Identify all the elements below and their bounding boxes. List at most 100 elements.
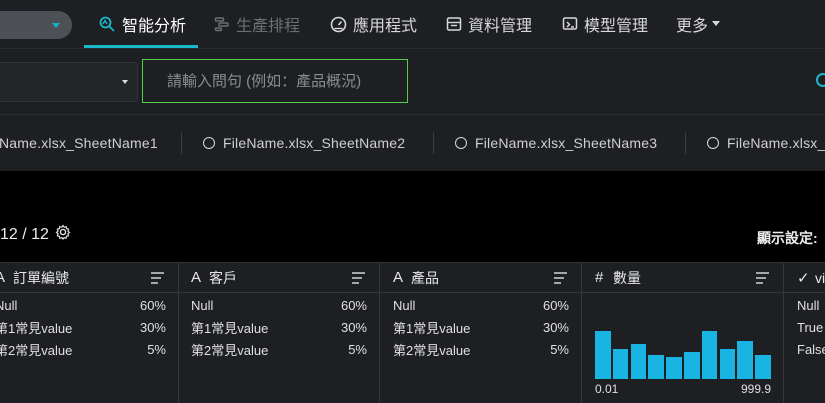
workspace-dropdown[interactable]	[0, 11, 72, 39]
value-stat-row: False	[797, 338, 825, 360]
radio-unchecked-icon[interactable]	[455, 137, 467, 149]
nav-model-management[interactable]: 模型管理	[562, 0, 648, 48]
value-percent: 5%	[348, 341, 367, 357]
search-icon[interactable]	[815, 72, 825, 95]
sheet-label: FileName.xlsx_	[727, 135, 825, 151]
filter-icon[interactable]	[352, 271, 365, 287]
value-stat-row: 第1常見value 30%	[393, 316, 569, 338]
text-type-icon: A	[191, 269, 202, 286]
column-header[interactable]: A 訂單編號	[0, 263, 178, 293]
value-label: 第1常見value	[393, 320, 471, 336]
value-percent: 5%	[550, 341, 569, 357]
sheet-option[interactable]: FileName.xlsx_SheetName3	[455, 115, 657, 171]
column-title: 數量	[613, 269, 641, 286]
sheet-option[interactable]: FileName.xlsx_	[707, 115, 825, 171]
histogram-bar[interactable]	[684, 352, 700, 379]
column-header[interactable]: # 數量	[582, 263, 783, 293]
chevron-down-icon	[52, 23, 60, 28]
nav-label: 智能分析	[122, 18, 187, 35]
model-icon	[562, 16, 578, 32]
value-stat-row: Null 60%	[393, 294, 569, 316]
data-table-icon	[446, 16, 462, 32]
radio-unchecked-icon[interactable]	[203, 137, 215, 149]
filter-icon[interactable]	[756, 271, 769, 287]
column-title: 訂單編號	[13, 269, 69, 286]
sheet-label: Name.xlsx_SheetName1	[0, 135, 158, 151]
value-label: Null	[191, 297, 214, 313]
column-header[interactable]: A 客戶	[178, 263, 379, 293]
column-header[interactable]: ✓ vi	[784, 263, 825, 293]
column-card[interactable]: # 數量 0.01 999.9	[582, 263, 784, 403]
gear-icon[interactable]	[55, 224, 71, 245]
histogram-bar[interactable]	[701, 331, 718, 379]
sheet-label: FileName.xlsx_SheetName3	[475, 135, 658, 151]
column-card[interactable]: A 客戶 Null 60% 第1常見value 30% 第2常見value 5%	[178, 263, 380, 403]
nav-more[interactable]: 更多	[676, 0, 721, 48]
caret-down-icon	[712, 21, 721, 27]
histogram-bar[interactable]	[737, 341, 753, 379]
filter-icon[interactable]	[554, 271, 567, 287]
column-count: 12 / 12	[0, 224, 71, 245]
value-label: 第1常見value	[191, 320, 269, 336]
schedule-icon	[214, 16, 230, 32]
value-label: Null	[393, 297, 416, 313]
column-card[interactable]: A 訂單編號 Null 60% 第1常見value 30% 第2常見value 5%	[0, 263, 179, 403]
value-percent: 5%	[147, 341, 166, 357]
nav-data-management[interactable]: 資料管理	[446, 0, 532, 48]
column-card[interactable]: A 產品 Null 60% 第1常見value 30% 第2常見value 5%	[380, 263, 582, 403]
value-stat-row: Null	[797, 294, 825, 316]
dashboard-gauge-icon	[330, 16, 347, 33]
value-percent: 60%	[542, 297, 569, 313]
value-percent: 30%	[340, 319, 367, 335]
value-stat-row: True	[797, 316, 825, 338]
nav-label: 生產排程	[236, 18, 301, 35]
value-percent: 30%	[542, 319, 569, 335]
nav-label: 更多	[676, 18, 709, 35]
boolean-type-icon: ✓	[797, 269, 810, 287]
column-card[interactable]: ✓ vi Null True False	[784, 263, 825, 403]
value-label: True	[797, 319, 824, 335]
radio-unchecked-icon[interactable]	[707, 137, 719, 149]
ai-analysis-icon	[98, 15, 116, 33]
histogram-bar[interactable]	[719, 349, 736, 379]
text-type-icon: A	[393, 269, 404, 286]
display-settings-label[interactable]: 顯示設定:	[757, 228, 818, 248]
sheet-option[interactable]: FileName.xlsx_SheetName2	[203, 115, 405, 171]
chevron-down-icon	[122, 80, 128, 84]
question-input[interactable]	[142, 59, 408, 103]
value-percent: 60%	[340, 297, 367, 313]
histogram-bar[interactable]	[595, 331, 611, 379]
column-profile-grid: A 訂單編號 Null60% 第1常見value30% 第2常見value5% …	[0, 262, 825, 403]
value-stat-row: 第1常見value 30%	[0, 316, 166, 338]
value-stat-row: 第2常見value 5%	[191, 338, 367, 360]
nav-applications[interactable]: 應用程式	[330, 0, 417, 48]
histogram-bar[interactable]	[666, 357, 682, 379]
value-percent: 30%	[139, 319, 166, 335]
value-label: 第2常見value	[0, 342, 73, 358]
value-label: 第2常見value	[191, 342, 269, 358]
column-header[interactable]: A 產品	[380, 263, 581, 293]
histogram-bar[interactable]	[630, 344, 647, 379]
dataset-select[interactable]	[0, 62, 138, 102]
numeric-type-icon: #	[595, 269, 604, 286]
divider	[433, 132, 434, 154]
divider	[181, 132, 182, 154]
value-label: 第2常見value	[393, 342, 471, 358]
nav-ai-analysis[interactable]: 智能分析	[83, 0, 199, 48]
histogram-min: 0.01	[595, 382, 619, 396]
histogram-bar[interactable]	[648, 355, 664, 379]
value-stat-row: Null 60%	[191, 294, 367, 316]
value-histogram[interactable]	[595, 323, 773, 379]
column-count-text: 12 / 12	[0, 225, 49, 243]
column-title: 客戶	[209, 269, 237, 286]
value-stat-row: 第2常見value 5%	[0, 338, 166, 360]
top-nav: 智能分析 生產排程 應用程式 資料管理 模型管理 更多	[0, 0, 825, 48]
value-percent: 60%	[139, 297, 166, 313]
filter-icon[interactable]	[151, 271, 164, 287]
histogram-bar[interactable]	[755, 355, 771, 379]
nav-label: 應用程式	[353, 18, 418, 35]
sheet-option[interactable]: Name.xlsx_SheetName1	[0, 115, 158, 171]
value-label: False	[797, 341, 825, 357]
histogram-bar[interactable]	[612, 349, 629, 379]
sheet-label: FileName.xlsx_SheetName2	[223, 135, 406, 151]
